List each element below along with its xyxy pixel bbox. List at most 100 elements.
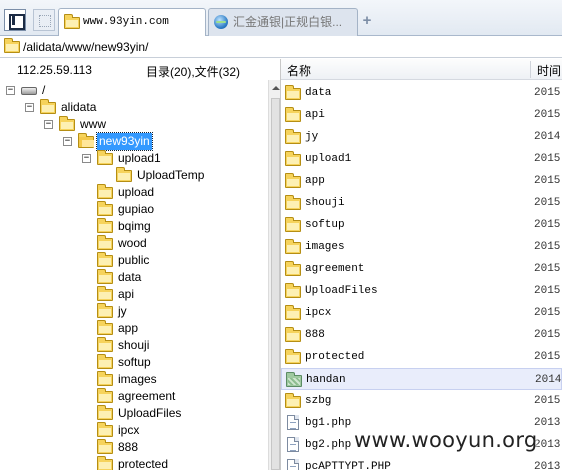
file-time: 2013- (534, 417, 562, 429)
tree-item-label[interactable]: app (116, 320, 140, 337)
tree-item[interactable]: softup (0, 354, 268, 371)
tree-item[interactable]: data (0, 269, 268, 286)
list-item[interactable]: jy 2014- (281, 126, 562, 148)
tree-item-label[interactable]: / (40, 82, 47, 99)
list-item[interactable]: upload1 2015- (281, 148, 562, 170)
tree-item-label[interactable]: agreement (116, 388, 177, 405)
list-item[interactable]: agreement 2015- (281, 258, 562, 280)
tree-item[interactable]: − new93yin (0, 132, 268, 151)
tree-item-label[interactable]: shouji (116, 337, 151, 354)
file-time: 2014- (534, 131, 562, 143)
file-icon (287, 415, 299, 430)
list-item[interactable]: ipcx 2015- (281, 302, 562, 324)
folder-icon (285, 195, 301, 210)
tree-item[interactable]: bqimg (0, 218, 268, 235)
file-time: 2015- (534, 153, 562, 165)
tree-item-label[interactable]: upload (116, 184, 156, 201)
tree-item[interactable]: − www (0, 116, 268, 133)
tree-item[interactable]: wood (0, 235, 268, 252)
collapse-toggle-icon[interactable]: − (63, 137, 72, 146)
column-time-header[interactable]: 时间 (537, 62, 561, 79)
list-item[interactable]: protected 2015- (281, 346, 562, 368)
tree-item-label[interactable]: new93yin (96, 132, 153, 151)
tree-item[interactable]: UploadTemp (0, 167, 268, 184)
tree-item-label[interactable]: gupiao (116, 201, 156, 218)
file-name: images (305, 241, 345, 253)
list-item[interactable]: handan 2014- (281, 368, 562, 390)
tree-item[interactable]: upload (0, 184, 268, 201)
list-item[interactable]: 888 2015- (281, 324, 562, 346)
tree-item[interactable]: 888 (0, 439, 268, 456)
tree-item[interactable]: images (0, 371, 268, 388)
tree-item-label[interactable]: ipcx (116, 422, 141, 439)
tree-item-label[interactable]: upload1 (116, 150, 163, 167)
tree-item[interactable]: agreement (0, 388, 268, 405)
list-item[interactable]: images 2015- (281, 236, 562, 258)
tree-item[interactable]: protected (0, 456, 268, 470)
list-item[interactable]: szbg 2015- (281, 390, 562, 412)
file-name: upload1 (305, 153, 352, 165)
tree-item-label[interactable]: 888 (116, 439, 140, 456)
scrollbar-thumb[interactable] (271, 98, 280, 470)
list-item[interactable]: shouji 2015- (281, 192, 562, 214)
collapse-toggle-icon[interactable]: − (82, 154, 91, 163)
tree-item-label[interactable]: public (116, 252, 151, 269)
tree-item[interactable]: public (0, 252, 268, 269)
tree-item[interactable]: − upload1 (0, 150, 268, 167)
tree-item-label[interactable]: jy (116, 303, 129, 320)
tree-item-label[interactable]: softup (116, 354, 153, 371)
column-name-header[interactable]: 名称 (287, 62, 311, 79)
sidebar-toggle-button[interactable] (4, 9, 26, 31)
file-time: 2013- (534, 461, 562, 470)
tree-item[interactable]: gupiao (0, 201, 268, 218)
tree-item-label[interactable]: data (116, 269, 143, 286)
tree-item-label[interactable]: bqimg (116, 218, 153, 235)
list-item[interactable]: app 2015- (281, 170, 562, 192)
list-item[interactable]: UploadFiles 2015- (281, 280, 562, 302)
list-item[interactable]: pcAPTTYPT.PHP 2013- (281, 456, 562, 470)
file-name: 888 (305, 329, 325, 341)
collapse-toggle-icon[interactable]: − (44, 120, 53, 129)
tree-item-label[interactable]: protected (116, 456, 170, 470)
blank-tab-button[interactable] (33, 9, 55, 31)
tree-item-label[interactable]: UploadTemp (135, 167, 206, 184)
tree-item[interactable]: shouji (0, 337, 268, 354)
folder-icon (285, 239, 301, 254)
list-item[interactable]: data 2015- (281, 82, 562, 104)
tree-item[interactable]: api (0, 286, 268, 303)
tree-item[interactable]: jy (0, 303, 268, 320)
list-item[interactable]: api 2015- (281, 104, 562, 126)
tree-item-label[interactable]: wood (116, 235, 149, 252)
list-item[interactable]: softup 2015- (281, 214, 562, 236)
tree-item[interactable]: ipcx (0, 422, 268, 439)
folder-icon (285, 151, 301, 166)
scroll-up-arrow-icon[interactable] (272, 86, 280, 90)
tree-item[interactable]: − / (0, 82, 268, 99)
file-name: protected (305, 351, 365, 363)
tree-item-label[interactable]: UploadFiles (116, 405, 183, 422)
tab-label: 汇金通银|正规白银... (233, 15, 343, 29)
tree-item-label[interactable]: www (78, 116, 108, 133)
tab-www-93yin[interactable]: www.93yin.com (58, 8, 206, 36)
tree-item[interactable]: app (0, 320, 268, 337)
tree-item[interactable]: − alidata (0, 99, 268, 116)
folder-hatched-icon (286, 372, 302, 387)
collapse-toggle-icon[interactable]: − (25, 103, 34, 112)
file-time: 2015- (534, 307, 562, 319)
tab-huijin-tongyin[interactable]: 汇金通银|正规白银... (208, 8, 358, 36)
file-time: 2014- (535, 374, 562, 386)
collapse-toggle-icon[interactable]: − (6, 86, 15, 95)
address-path[interactable]: /alidata/www/new93yin/ (23, 40, 148, 54)
column-separator[interactable] (530, 61, 531, 78)
tree-item-label[interactable]: alidata (59, 99, 98, 116)
folder-icon (4, 38, 20, 53)
folder-icon (97, 439, 113, 454)
new-tab-button[interactable]: + (360, 12, 374, 30)
address-bar[interactable]: /alidata/www/new93yin/ (0, 37, 562, 58)
tree-item[interactable]: UploadFiles (0, 405, 268, 422)
tree-item-label[interactable]: api (116, 286, 136, 303)
folder-icon (97, 235, 113, 250)
file-time: 2015- (534, 197, 562, 209)
file-time: 2015- (534, 241, 562, 253)
tree-item-label[interactable]: images (116, 371, 159, 388)
